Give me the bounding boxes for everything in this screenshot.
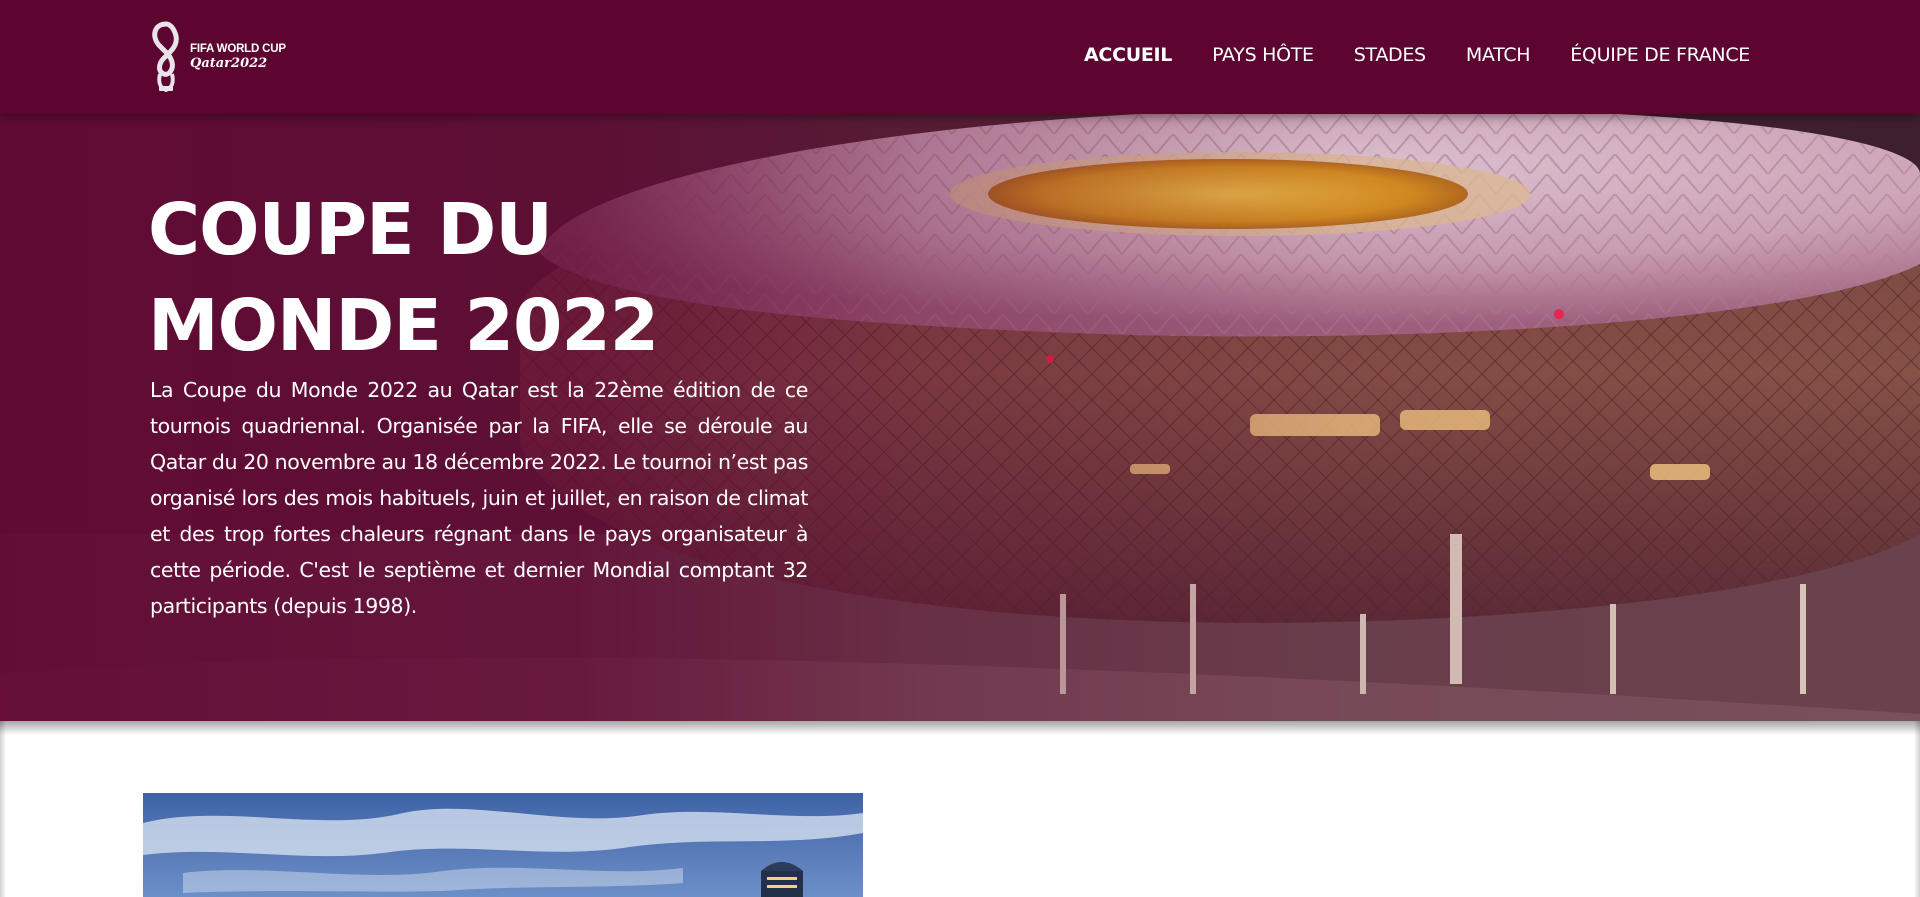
hero-title: COUPE DU MONDE 2022: [148, 182, 768, 374]
hero-title-line2: MONDE 2022: [148, 284, 659, 367]
logo-line1: FIFA WORLD CUP: [190, 42, 286, 55]
top-navbar: FIFA WORLD CUP Qatar2022 ACCUEIL PAYS HÔ…: [0, 0, 1920, 114]
main-nav: ACCUEIL PAYS HÔTE STADES MATCH ÉQUIPE DE…: [1084, 44, 1750, 66]
nav-link-pays-hote[interactable]: PAYS HÔTE: [1212, 44, 1314, 66]
content-right-shadow: [1914, 721, 1920, 897]
fifa-trophy-icon: [152, 21, 179, 93]
logo-text: FIFA WORLD CUP Qatar2022: [190, 42, 286, 72]
logo-line2: Qatar2022: [190, 56, 268, 72]
content-left-shadow: [0, 721, 6, 897]
hero-section: COUPE DU MONDE 2022 La Coupe du Monde 20…: [0, 114, 1920, 721]
nav-link-equipe-de-france[interactable]: ÉQUIPE DE FRANCE: [1570, 44, 1750, 66]
nav-link-accueil[interactable]: ACCUEIL: [1084, 44, 1172, 66]
hero-description: La Coupe du Monde 2022 au Qatar est la 2…: [150, 378, 808, 618]
section-separator-shadow: [0, 721, 1920, 735]
site-logo[interactable]: FIFA WORLD CUP Qatar2022: [148, 20, 298, 94]
nav-link-match[interactable]: MATCH: [1466, 44, 1531, 66]
hero-title-line1: COUPE DU: [148, 188, 553, 271]
host-country-photo: [143, 793, 863, 897]
content-section: [0, 721, 1920, 897]
nav-link-stades[interactable]: STADES: [1354, 44, 1426, 66]
